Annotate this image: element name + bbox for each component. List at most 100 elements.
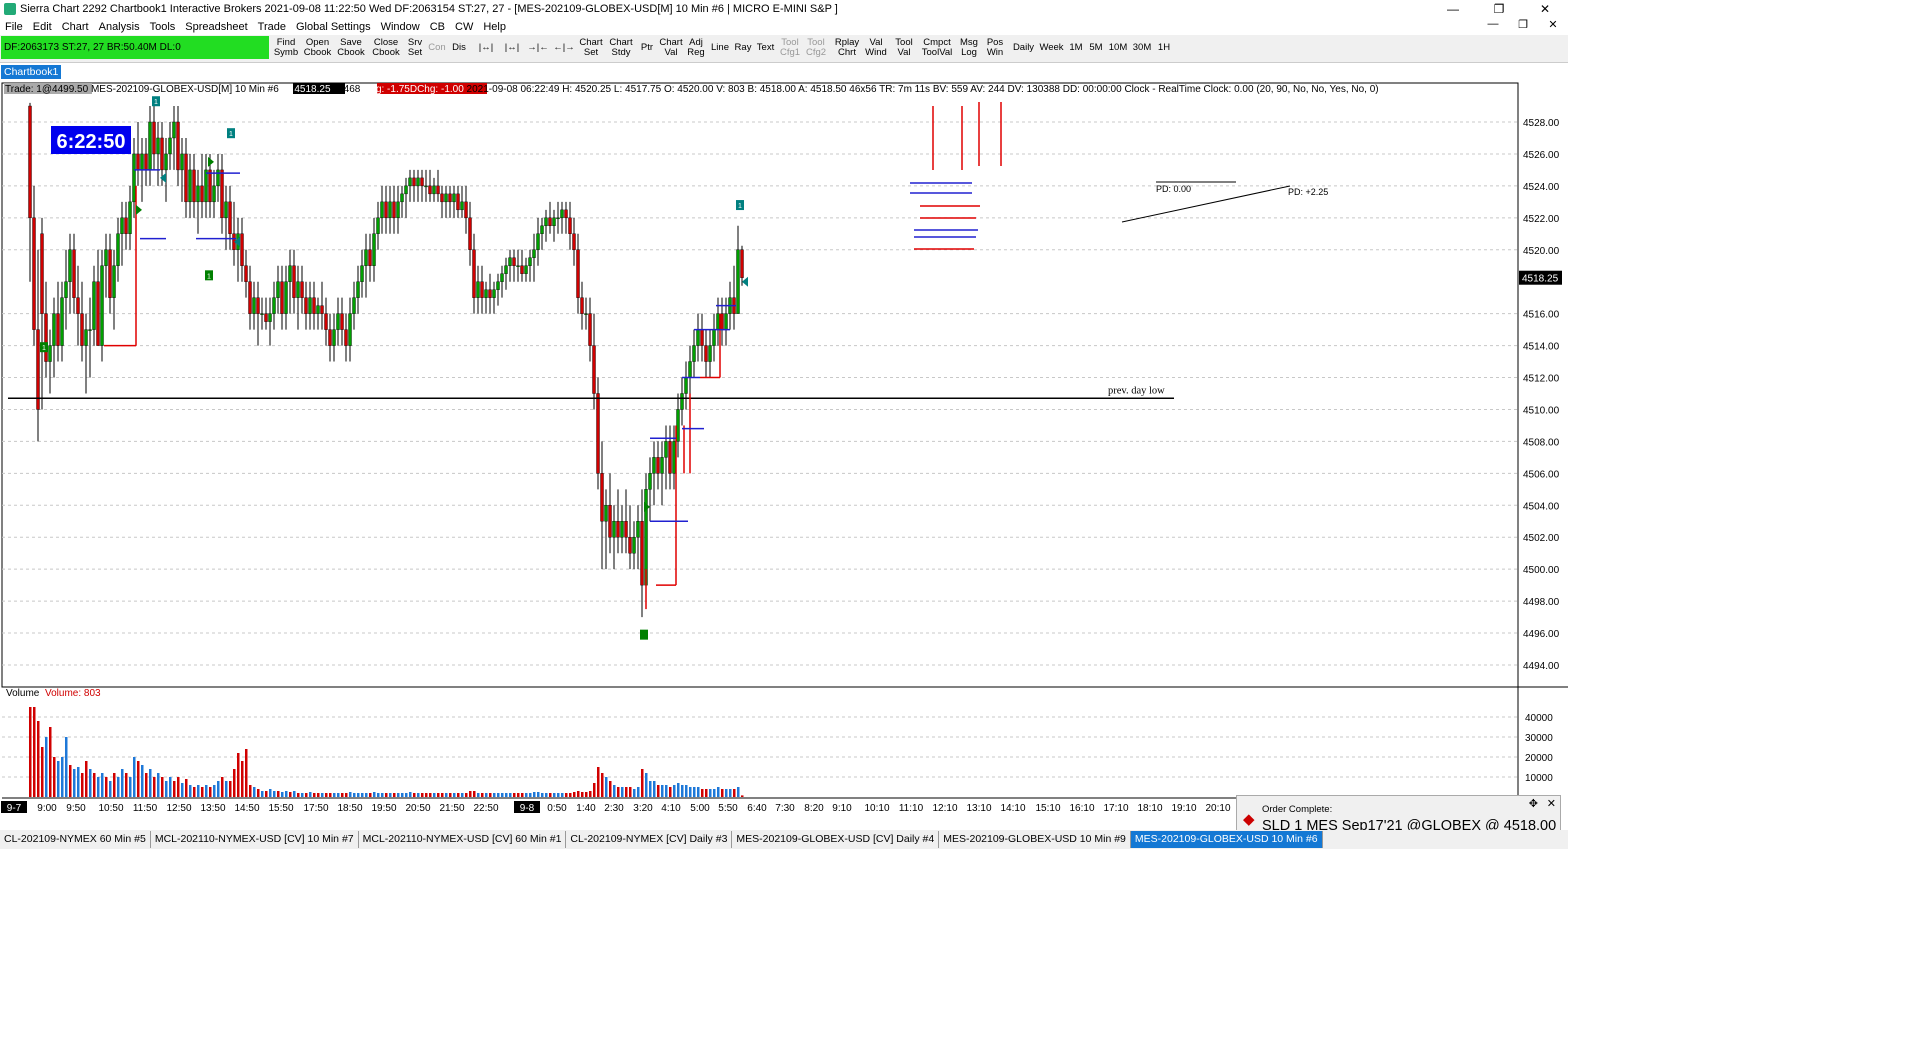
volume-bar bbox=[461, 793, 464, 797]
title-bar: Sierra Chart 2292 Chartbook1 Interactive… bbox=[0, 0, 1568, 18]
menu-edit[interactable]: Edit bbox=[28, 21, 57, 33]
mdi-close-button[interactable]: ✕ bbox=[1538, 18, 1568, 31]
toolbar-button-25[interactable]: Msg Log bbox=[957, 36, 981, 60]
chart-header: Trade: 1@4499.50 MES-202109-GLOBEX-USD[M… bbox=[5, 84, 1379, 95]
toolbar-button-32[interactable]: 30M bbox=[1131, 36, 1153, 60]
toolbar-button-0[interactable]: Find Symb bbox=[272, 36, 300, 60]
toolbar-button-8[interactable]: |↔| bbox=[500, 36, 524, 60]
menu-help[interactable]: Help bbox=[478, 21, 511, 33]
menu-window[interactable]: Window bbox=[376, 21, 425, 33]
minimize-button[interactable]: — bbox=[1430, 0, 1476, 18]
candle-body bbox=[216, 169, 220, 187]
candle-body bbox=[664, 441, 668, 458]
toolbar-button-23[interactable]: Tool Val bbox=[891, 36, 917, 60]
restore-button[interactable]: ❐ bbox=[1476, 0, 1522, 18]
chart-tab-2[interactable]: MCL-202110-NYMEX-USD [CV] 60 Min #1 bbox=[359, 831, 567, 848]
toolbar-button-30[interactable]: 5M bbox=[1087, 36, 1105, 60]
volume-bar bbox=[709, 789, 712, 797]
volume-bar bbox=[689, 787, 692, 797]
pd-label-1: PD: 0.00 bbox=[1156, 184, 1191, 194]
toolbar-button-14[interactable]: Chart Val bbox=[658, 36, 684, 60]
toolbar-button-12[interactable]: Chart Stdy bbox=[607, 36, 635, 60]
toolbar-button-19[interactable]: Tool Cfg1 bbox=[778, 36, 802, 60]
connection-status: DF:2063173 ST:27, 27 BR:50.40M DL:0 bbox=[1, 36, 269, 59]
chartbook-tab[interactable]: Chartbook1 bbox=[1, 65, 62, 79]
mdi-restore-button[interactable]: ❐ bbox=[1508, 18, 1538, 31]
toolbar-button-15[interactable]: Adj Reg bbox=[685, 36, 707, 60]
chart-tab-1[interactable]: MCL-202110-NYMEX-USD [CV] 10 Min #7 bbox=[151, 831, 359, 848]
menu-spreadsheet[interactable]: Spreadsheet bbox=[180, 21, 252, 33]
menu-file[interactable]: File bbox=[0, 21, 28, 33]
volume-bar bbox=[357, 793, 360, 797]
chart-tab-3[interactable]: CL-202109-NYMEX [CV] Daily #3 bbox=[566, 831, 733, 848]
toolbar-button-7[interactable]: |↔| bbox=[474, 36, 498, 60]
toolbar-button-21[interactable]: Rplay Chrt bbox=[833, 36, 861, 60]
volume-bar bbox=[405, 793, 408, 797]
menu-tools[interactable]: Tools bbox=[145, 21, 181, 33]
chart-tab-4[interactable]: MES-202109-GLOBEX-USD [CV] Daily #4 bbox=[732, 831, 940, 848]
volume-bar bbox=[389, 793, 392, 797]
window-title: Sierra Chart 2292 Chartbook1 Interactive… bbox=[20, 3, 838, 15]
candle-body bbox=[656, 457, 660, 474]
toolbar-button-2[interactable]: Save Cbook bbox=[335, 36, 367, 60]
pd-line-2 bbox=[1121, 185, 1291, 223]
toolbar-button-28[interactable]: Week bbox=[1038, 36, 1065, 60]
volume-bar bbox=[377, 793, 380, 797]
toolbar-button-3[interactable]: Close Cbook bbox=[369, 36, 403, 60]
toolbar-button-9[interactable]: →|← bbox=[526, 36, 550, 60]
toolbar-button-24[interactable]: Cmpct ToolVal bbox=[919, 36, 955, 60]
price-chart[interactable]: 4528.00 4526.00 4524.00 4522.00 4520.00 4516.… bbox=[0, 80, 1568, 828]
volume-bar bbox=[553, 793, 556, 797]
toolbar-button-13[interactable]: Ptr bbox=[638, 36, 656, 60]
menu-analysis[interactable]: Analysis bbox=[94, 21, 145, 33]
candle-body bbox=[620, 521, 624, 538]
mdi-minimize-button[interactable]: — bbox=[1478, 18, 1508, 31]
candle-body bbox=[320, 305, 324, 314]
menu-cb[interactable]: CB bbox=[425, 21, 450, 33]
toolbar-button-10[interactable]: ←|→ bbox=[552, 36, 576, 60]
toolbar-button-4[interactable]: Srv Set bbox=[405, 36, 425, 60]
toolbar-button-20[interactable]: Tool Cfg2 bbox=[804, 36, 828, 60]
candle-body bbox=[560, 209, 564, 219]
time-tick-label: 17:50 bbox=[303, 803, 328, 814]
volume-bar bbox=[509, 793, 512, 797]
menu-global-settings[interactable]: Global Settings bbox=[291, 21, 376, 33]
toolbar-button-17[interactable]: Ray bbox=[733, 36, 753, 60]
chart-tab-0[interactable]: CL-202109-NYMEX 60 Min #5 bbox=[0, 831, 151, 848]
toolbar-button-27[interactable]: Daily bbox=[1011, 36, 1036, 60]
toolbar-button-18[interactable]: Text bbox=[755, 36, 776, 60]
toolbar-button-11[interactable]: Chart Set bbox=[577, 36, 605, 60]
toolbar-button-33[interactable]: 1H bbox=[1155, 36, 1173, 60]
chart-tab-6[interactable]: MES-202109-GLOBEX-USD 10 Min #6 bbox=[1130, 831, 1323, 848]
close-button[interactable]: ✕ bbox=[1522, 0, 1568, 18]
volume-bar bbox=[713, 789, 716, 797]
time-tick-label: 16:10 bbox=[1069, 803, 1094, 814]
toast-close-button[interactable]: ✕ bbox=[1547, 797, 1556, 810]
toolbar-button-31[interactable]: 10M bbox=[1107, 36, 1129, 60]
header-part-5: DChg: -1.00 bbox=[410, 84, 464, 95]
candle-body bbox=[304, 297, 308, 314]
menu-trade[interactable]: Trade bbox=[253, 21, 291, 33]
toolbar-button-29[interactable]: 1M bbox=[1067, 36, 1085, 60]
candle-body bbox=[80, 313, 84, 346]
candle-body bbox=[472, 249, 476, 298]
toolbar-button-26[interactable]: Pos Win bbox=[983, 36, 1007, 60]
candle-body bbox=[720, 313, 724, 330]
menu-cw[interactable]: CW bbox=[450, 21, 478, 33]
volume-bar bbox=[45, 737, 48, 797]
candle-body bbox=[580, 297, 584, 314]
pin-icon[interactable]: ✥ bbox=[1529, 797, 1538, 810]
chart-tab-5[interactable]: MES-202109-GLOBEX-USD 10 Min #9 bbox=[939, 831, 1131, 848]
toolbar-button-5[interactable]: Con bbox=[427, 36, 447, 60]
toolbar-button-16[interactable]: Line bbox=[709, 36, 731, 60]
toolbar-button-1[interactable]: Open Cbook bbox=[302, 36, 333, 60]
toolbar-button-22[interactable]: Val Wind bbox=[863, 36, 889, 60]
candle-body bbox=[432, 185, 436, 195]
volume-bar bbox=[457, 793, 460, 797]
execution-arrow bbox=[136, 204, 142, 215]
volume-bar bbox=[677, 783, 680, 797]
candle-body bbox=[220, 169, 224, 219]
price-tick-label: 4508.00 bbox=[1523, 437, 1560, 448]
toolbar-button-6[interactable]: Dis bbox=[449, 36, 469, 60]
menu-chart[interactable]: Chart bbox=[57, 21, 94, 33]
